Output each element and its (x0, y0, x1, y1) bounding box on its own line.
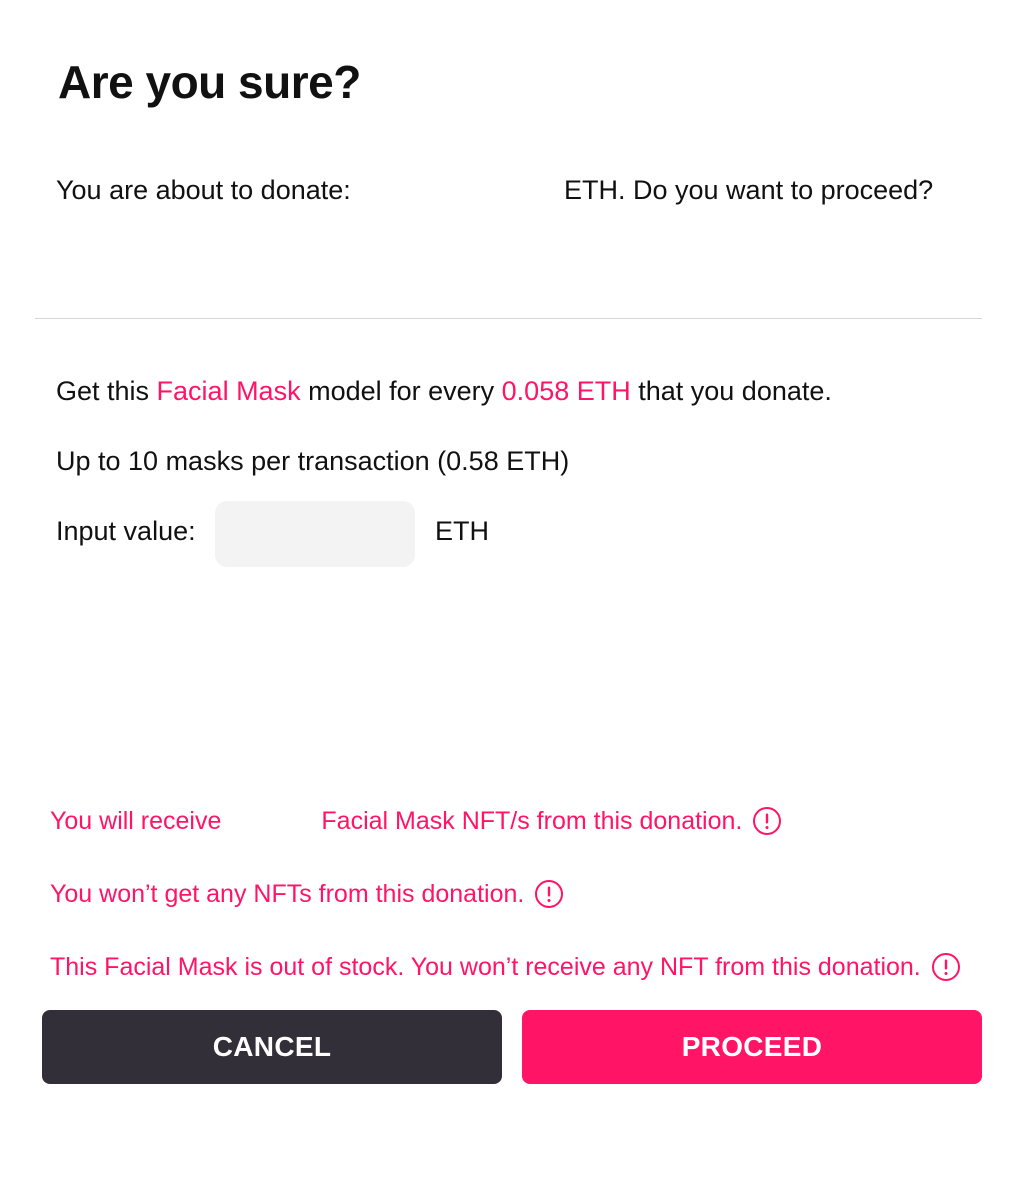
price-per-mask: 0.058 ETH (501, 376, 631, 406)
offer-text: Get this Facial Mask model for every 0.0… (56, 373, 832, 409)
proceed-button[interactable]: PROCEED (522, 1010, 982, 1084)
donation-summary-suffix: ETH. Do you want to proceed? (564, 175, 934, 205)
input-value-label: Input value: (56, 516, 196, 546)
offer-text-part: that you donate. (630, 376, 832, 406)
donation-summary: You are about to donate: (56, 172, 351, 208)
receive-nft-warning: You will receive Facial Mask NFT/s from … (50, 804, 782, 838)
no-nft-warning: You won’t get any NFTs from this donatio… (50, 877, 564, 911)
input-unit-label: ETH (435, 516, 489, 546)
no-nft-text: You won’t get any NFTs from this donatio… (50, 880, 525, 908)
receive-nft-prefix: You will receive (50, 807, 222, 835)
transaction-limit-text: Up to 10 masks per transaction (0.58 ETH… (56, 446, 570, 476)
product-name: Facial Mask (156, 376, 301, 406)
out-of-stock-warning: This Facial Mask is out of stock. You wo… (50, 950, 961, 984)
exclamation-circle-icon[interactable] (534, 879, 564, 909)
cancel-button[interactable]: CANCEL (42, 1010, 502, 1084)
exclamation-circle-icon[interactable] (931, 952, 961, 982)
receive-nft-suffix: Facial Mask NFT/s from this donation. (321, 807, 743, 835)
offer-text-part: Get this (56, 376, 157, 406)
donation-amount-input[interactable] (215, 501, 415, 567)
dialog-title: Are you sure? (58, 56, 361, 108)
donation-summary-prefix: You are about to donate: (56, 175, 351, 205)
offer-text-part: model for every (300, 376, 502, 406)
exclamation-circle-icon[interactable] (752, 806, 782, 836)
out-of-stock-text: This Facial Mask is out of stock. You wo… (50, 953, 921, 981)
section-divider (35, 318, 982, 319)
